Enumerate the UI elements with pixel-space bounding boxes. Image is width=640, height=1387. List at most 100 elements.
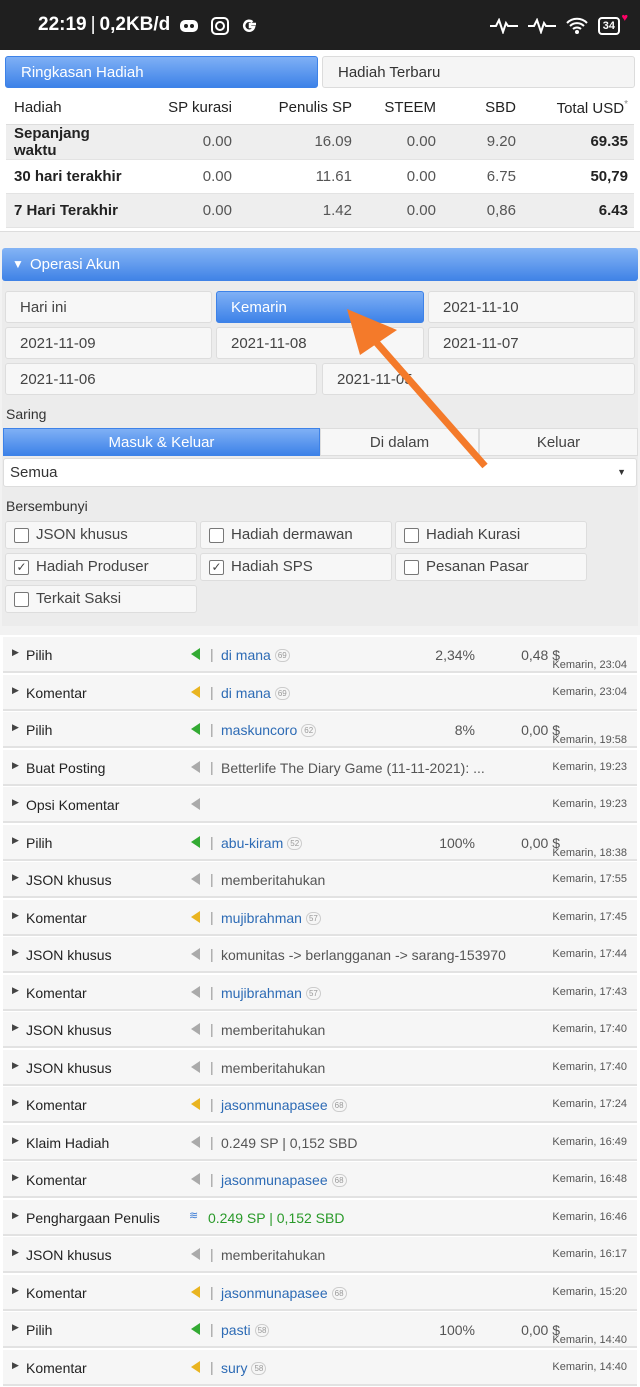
- expand-caret-icon[interactable]: ▶: [12, 1210, 19, 1221]
- operation-detail[interactable]: abu-kiram 52: [221, 835, 303, 851]
- direction-icon: [191, 948, 200, 960]
- checkbox-box[interactable]: ✓: [209, 560, 224, 575]
- table-row: 7 Hari Terakhir 0.00 1.42 0.00 0,86 6.43: [6, 193, 634, 228]
- operation-detail[interactable]: mujibrahman 57: [221, 910, 321, 926]
- date-button[interactable]: 2021-11-05: [322, 363, 635, 395]
- operation-row[interactable]: ▶ Pilih | pasti 58 100% 0,00 $ Kemarin, 14:40: [3, 1312, 637, 1348]
- operation-row[interactable]: ▶ Komentar | mujibrahman 57 Kemarin, 17:43: [3, 974, 637, 1011]
- operation-row[interactable]: ▶ Komentar | jasonmunapasee 68 Kemarin, 16:48: [3, 1162, 637, 1198]
- checkbox-box[interactable]: [14, 528, 29, 543]
- expand-caret-icon[interactable]: ▶: [12, 1097, 19, 1108]
- operation-type: Komentar: [26, 684, 87, 701]
- operation-detail: komunitas -> berlangganan -> sarang-1539…: [221, 947, 506, 963]
- direction-icon: [191, 760, 200, 773]
- filter-inside[interactable]: Di dalam: [320, 428, 479, 456]
- checkbox-producer-rewards[interactable]: ✓ Hadiah Produser: [5, 553, 197, 581]
- operation-row[interactable]: ▶ Klaim Hadiah | 0.249 SP | 0,152 SBD Kemari…: [3, 1124, 637, 1161]
- expand-caret-icon[interactable]: ▶: [12, 1285, 19, 1296]
- checkbox-box[interactable]: [404, 528, 419, 543]
- operation-row[interactable]: ▶ JSON khusus | memberitahukan Kemarin, 17:4…: [3, 1012, 637, 1048]
- checkbox-donation-rewards[interactable]: Hadiah dermawan: [200, 521, 392, 549]
- date-yesterday-button[interactable]: Kemarin: [216, 291, 424, 323]
- expand-caret-icon[interactable]: ▶: [12, 835, 19, 846]
- operation-row[interactable]: ▶ Penghargaan Penulis ≋ 0.249 SP | 0,152 SB…: [3, 1199, 637, 1236]
- operation-row[interactable]: ▶ JSON khusus | memberitahukan Kemarin, 17:4…: [3, 1049, 637, 1086]
- checkbox-curation-rewards[interactable]: Hadiah Kurasi: [395, 521, 587, 549]
- expand-caret-icon[interactable]: ▶: [12, 872, 19, 883]
- operation-type: Komentar: [26, 1172, 87, 1188]
- filter-outgoing[interactable]: Keluar: [479, 428, 638, 456]
- operation-row[interactable]: ▶ Pilih | di mana 69 2,34% 0,48 $ Kemarin, 23:0…: [3, 637, 637, 673]
- expand-caret-icon[interactable]: ▶: [12, 797, 19, 808]
- operation-detail[interactable]: jasonmunapasee 68: [221, 1097, 347, 1113]
- direction-icon: [191, 1098, 200, 1110]
- date-button[interactable]: 2021-11-08: [216, 327, 424, 359]
- expand-caret-icon[interactable]: ▶: [12, 1172, 19, 1183]
- expand-caret-icon[interactable]: ▶: [12, 647, 19, 658]
- date-button[interactable]: 2021-11-06: [5, 363, 317, 395]
- operation-row[interactable]: ▶ JSON khusus | komunitas -> berlangganan -…: [3, 937, 637, 973]
- direction-icon: [191, 1360, 200, 1373]
- expand-caret-icon[interactable]: ▶: [12, 685, 19, 696]
- operation-detail[interactable]: di mana 69: [221, 685, 290, 701]
- operation-type: Klaim Hadiah: [26, 1134, 110, 1151]
- tab-rewards-summary[interactable]: Ringkasan Hadiah: [5, 56, 318, 88]
- operation-row[interactable]: ▶ Komentar | jasonmunapasee 68 Kemarin, 17:24: [3, 1087, 637, 1123]
- expand-caret-icon[interactable]: ▶: [12, 910, 19, 921]
- direction-icon: [191, 1285, 200, 1298]
- operation-detail: memberitahukan: [221, 1022, 326, 1038]
- operation-row[interactable]: ▶ JSON khusus | memberitahukan Kemarin, 17:5…: [3, 862, 637, 898]
- date-today-button[interactable]: Hari ini: [5, 291, 212, 323]
- date-button[interactable]: 2021-11-09: [5, 327, 212, 359]
- date-button[interactable]: 2021-11-10: [428, 291, 635, 323]
- operation-row[interactable]: ▶ Pilih | maskuncoro 62 8% 0,00 $ Kemarin, 19:5…: [3, 712, 637, 748]
- operation-row[interactable]: ▶ Buat Posting | Betterlife The Diary Game …: [3, 749, 637, 786]
- checkbox-sps-rewards[interactable]: ✓ Hadiah SPS: [200, 553, 392, 581]
- operation-row[interactable]: ▶ Komentar | di mana 69 Kemarin, 23:04: [3, 674, 637, 711]
- operation-type-select[interactable]: Semua ▼: [3, 458, 637, 487]
- checkbox-witness-related[interactable]: Terkait Saksi: [5, 585, 197, 613]
- separator: |: [210, 1246, 214, 1262]
- expand-caret-icon[interactable]: ▶: [12, 1322, 19, 1333]
- expand-caret-icon[interactable]: ▶: [12, 722, 19, 733]
- checkbox-market-orders[interactable]: Pesanan Pasar: [395, 553, 587, 581]
- wave-icon: [489, 18, 518, 34]
- operation-type: Komentar: [26, 1359, 87, 1376]
- operation-detail[interactable]: jasonmunapasee 68: [221, 1172, 347, 1188]
- checkbox-box[interactable]: [14, 592, 29, 607]
- expand-caret-icon[interactable]: ▶: [12, 985, 19, 996]
- select-caret-icon: ▼: [617, 467, 626, 477]
- tab-latest-rewards[interactable]: Hadiah Terbaru: [322, 56, 635, 88]
- operation-detail[interactable]: di mana 69: [221, 647, 290, 663]
- date-button[interactable]: 2021-11-07: [428, 327, 635, 359]
- checkbox-box[interactable]: [209, 528, 224, 543]
- google-icon: [242, 19, 256, 32]
- expand-caret-icon[interactable]: ▶: [12, 1135, 19, 1146]
- operation-detail[interactable]: mujibrahman 57: [221, 985, 321, 1001]
- filter-in-out[interactable]: Masuk & Keluar: [3, 428, 320, 456]
- operation-row[interactable]: ▶ Pilih | abu-kiram 52 100% 0,00 $ Kemarin, 18:…: [3, 824, 637, 861]
- separator: |: [210, 1283, 214, 1300]
- operation-detail[interactable]: pasti 58: [221, 1322, 270, 1338]
- checkbox-box[interactable]: ✓: [14, 560, 29, 575]
- separator: |: [210, 1321, 214, 1337]
- account-operations-header[interactable]: ▼ Operasi Akun: [2, 248, 638, 281]
- expand-caret-icon[interactable]: ▶: [12, 947, 19, 958]
- checkbox-custom-json[interactable]: JSON khusus: [5, 521, 197, 549]
- operation-row[interactable]: ▶ Komentar | mujibrahman 57 Kemarin, 17:45: [3, 899, 637, 936]
- expand-caret-icon[interactable]: ▶: [12, 760, 19, 771]
- expand-caret-icon[interactable]: ▶: [12, 1060, 19, 1071]
- expand-caret-icon[interactable]: ▶: [12, 1360, 19, 1371]
- checkbox-box[interactable]: [404, 560, 419, 575]
- operation-detail[interactable]: maskuncoro 62: [221, 722, 317, 738]
- operation-detail[interactable]: jasonmunapasee 68: [221, 1285, 347, 1301]
- operation-row[interactable]: ▶ Opsi Komentar Kemarin, 19:23: [3, 787, 637, 823]
- expand-caret-icon[interactable]: ▶: [12, 1247, 19, 1258]
- operation-row[interactable]: ▶ Komentar | jasonmunapasee 68 Kemarin, 15:20: [3, 1274, 637, 1311]
- table-row: 30 hari terakhir 0.00 11.61 0.00 6.75 50,79: [6, 159, 634, 194]
- operation-type: Pilih: [26, 647, 53, 663]
- operation-row[interactable]: ▶ Komentar | sury 58 Kemarin, 14:40: [3, 1349, 637, 1386]
- operation-row[interactable]: ▶ JSON khusus | memberitahukan Kemarin, 16:1…: [3, 1237, 637, 1273]
- operation-detail[interactable]: sury 58: [221, 1360, 267, 1376]
- expand-caret-icon[interactable]: ▶: [12, 1022, 19, 1033]
